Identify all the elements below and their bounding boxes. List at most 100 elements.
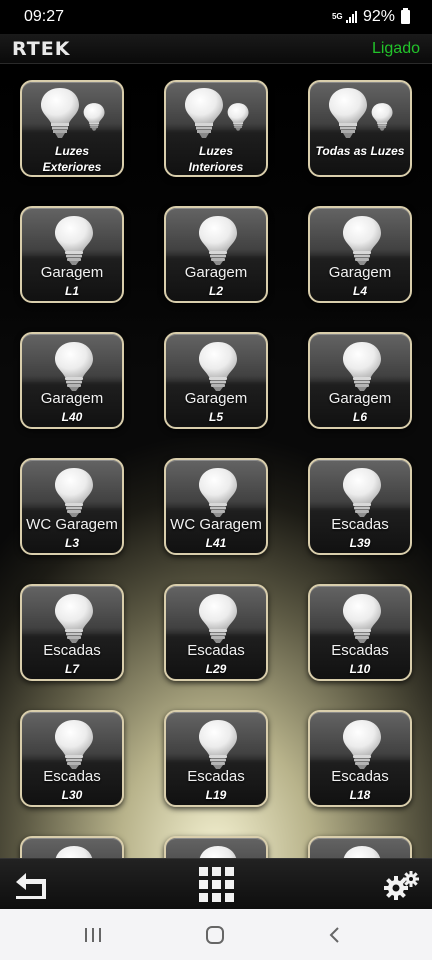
light-bulb-icon <box>343 216 381 265</box>
group-label-line2: Exteriores <box>42 160 102 174</box>
light-name: Garagem <box>184 390 248 407</box>
light-code: L6 <box>352 410 367 424</box>
light-tile-partial[interactable] <box>164 836 268 858</box>
light-code: L7 <box>64 662 79 676</box>
light-code: L40 <box>61 410 83 424</box>
light-tile[interactable]: Escadas L19 <box>164 710 268 807</box>
light-name: Garagem <box>40 390 104 407</box>
light-name: Escadas <box>331 768 389 785</box>
back-arrow-icon <box>16 872 46 899</box>
light-tile[interactable]: Garagem L1 <box>20 206 124 303</box>
light-bulb-icon <box>55 342 93 391</box>
light-grid[interactable]: Luzes Exteriores Luzes Interiores Todas … <box>0 64 432 858</box>
light-name: Escadas <box>331 516 389 533</box>
light-bulb-icon <box>343 468 381 517</box>
nav-back-icon <box>329 926 339 943</box>
status-time: 09:27 <box>24 8 65 25</box>
home-button[interactable] <box>192 909 238 960</box>
light-bulb-icon <box>343 342 381 391</box>
app-header: RTEK Ligado <box>0 34 432 64</box>
light-tile[interactable]: Escadas L18 <box>308 710 412 807</box>
system-nav-bar <box>0 909 432 960</box>
connection-status: Ligado <box>371 39 420 57</box>
light-name: Escadas <box>43 642 101 659</box>
light-tile[interactable]: Garagem L5 <box>164 332 268 429</box>
light-name: Escadas <box>43 768 101 785</box>
menu-button[interactable] <box>190 859 242 910</box>
light-code: L30 <box>61 788 83 802</box>
light-tile[interactable]: Garagem L40 <box>20 332 124 429</box>
light-bulb-icon <box>55 720 93 769</box>
group-tile[interactable]: Luzes Exteriores <box>20 80 124 177</box>
light-tile[interactable]: Garagem L2 <box>164 206 268 303</box>
light-bulb-icon <box>199 720 237 769</box>
light-name: WC Garagem <box>26 516 118 533</box>
light-bulbs-icon <box>41 88 105 138</box>
light-code: L4 <box>352 284 367 298</box>
light-code: L5 <box>208 410 223 424</box>
light-bulb-icon <box>55 216 93 265</box>
group-label: Luzes Exteriores <box>22 143 122 175</box>
light-bulb-icon <box>199 846 237 858</box>
light-bulb-icon <box>343 720 381 769</box>
group-tile[interactable]: Luzes Interiores <box>164 80 268 177</box>
light-name: Garagem <box>328 390 392 407</box>
light-code: L2 <box>208 284 223 298</box>
light-bulb-icon <box>55 468 93 517</box>
light-name: Escadas <box>187 768 245 785</box>
light-tile-partial[interactable] <box>308 836 412 858</box>
back-button[interactable] <box>6 859 58 910</box>
gears-icon <box>384 870 419 900</box>
light-bulb-icon <box>199 594 237 643</box>
light-tile[interactable]: Escadas L7 <box>20 584 124 681</box>
settings-button[interactable] <box>376 859 428 910</box>
light-tile[interactable]: Escadas L10 <box>308 584 412 681</box>
light-code: L29 <box>205 662 227 676</box>
nav-back-button[interactable] <box>312 909 358 960</box>
group-tile[interactable]: Todas as Luzes <box>308 80 412 177</box>
light-tile[interactable]: Escadas L30 <box>20 710 124 807</box>
light-bulb-icon <box>343 846 381 858</box>
light-tile[interactable]: WC Garagem L3 <box>20 458 124 555</box>
light-name: Garagem <box>40 264 104 281</box>
light-name: WC Garagem <box>170 516 262 533</box>
group-label: Luzes Interiores <box>166 143 266 175</box>
light-bulb-icon <box>55 594 93 643</box>
recents-button[interactable] <box>70 909 116 960</box>
light-tile-partial[interactable] <box>20 836 124 858</box>
light-code: L18 <box>349 788 371 802</box>
light-bulb-icon <box>199 342 237 391</box>
light-code: L10 <box>349 662 371 676</box>
recents-icon <box>85 927 101 942</box>
group-label: Todas as Luzes <box>310 143 410 159</box>
light-bulbs-icon <box>185 88 249 138</box>
signal-icon <box>345 11 357 23</box>
light-bulb-icon <box>343 594 381 643</box>
group-label-line2: Interiores <box>188 160 244 174</box>
light-tile[interactable]: WC Garagem L41 <box>164 458 268 555</box>
light-code: L3 <box>64 536 79 550</box>
light-tile[interactable]: Garagem L6 <box>308 332 412 429</box>
battery-icon <box>401 8 410 24</box>
home-icon <box>206 925 224 944</box>
light-bulbs-icon <box>329 88 393 138</box>
light-code: L19 <box>205 788 227 802</box>
light-bulb-icon <box>55 846 93 858</box>
light-tile[interactable]: Escadas L29 <box>164 584 268 681</box>
light-tile[interactable]: Garagem L4 <box>308 206 412 303</box>
grid-menu-icon <box>198 867 234 902</box>
group-label-line1: Luzes <box>54 144 89 158</box>
light-name: Garagem <box>184 264 248 281</box>
status-bar: 09:27 5G 92% <box>0 0 432 34</box>
light-tile[interactable]: Escadas L39 <box>308 458 412 555</box>
app-logo: RTEK <box>12 37 71 60</box>
status-indicators: 5G 92% <box>332 8 410 26</box>
light-name: Escadas <box>331 642 389 659</box>
light-bulb-icon <box>199 468 237 517</box>
light-code: L41 <box>205 536 227 550</box>
light-code: L1 <box>64 284 79 298</box>
light-code: L39 <box>349 536 371 550</box>
light-name: Escadas <box>187 642 245 659</box>
group-label-line2: Todas as Luzes <box>315 144 405 158</box>
light-bulb-icon <box>199 216 237 265</box>
